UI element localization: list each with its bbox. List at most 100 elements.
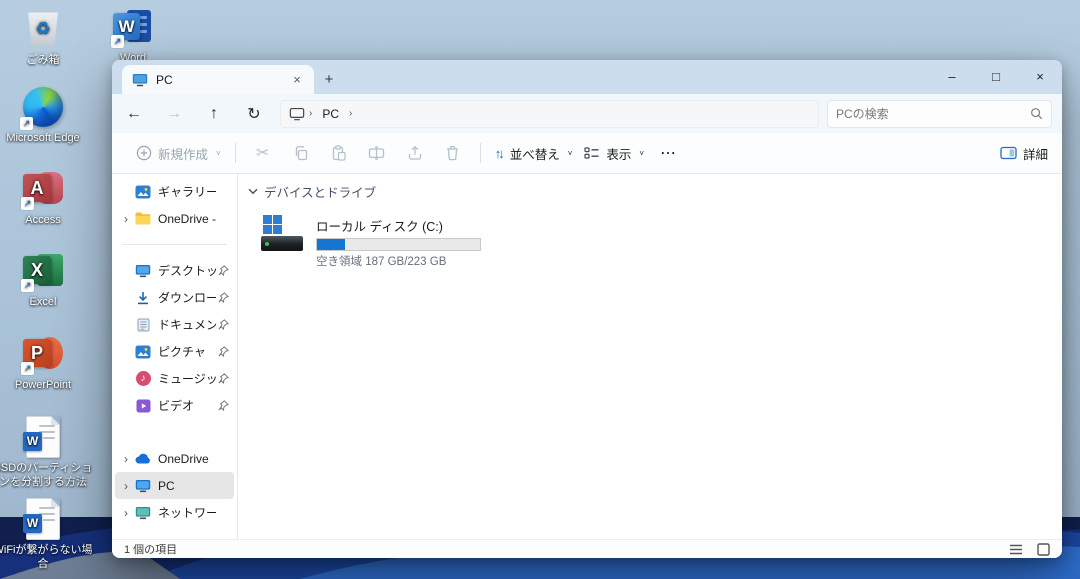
share-button[interactable] xyxy=(396,137,434,169)
more-button[interactable]: ⋯ xyxy=(650,137,686,169)
up-button[interactable]: ↑ xyxy=(194,98,234,130)
desktop-icon-label: WiFiが繋がらない場合 xyxy=(0,544,95,572)
new-button[interactable]: 新規作成 ˅ xyxy=(130,137,227,169)
back-button[interactable]: ← xyxy=(114,98,154,130)
desktop-icon-label: Microsoft Edge xyxy=(6,132,79,146)
desktop-icon-label: Excel xyxy=(30,296,57,310)
access-icon: A ↗ xyxy=(22,168,64,210)
view-button[interactable]: 表示 ˅ xyxy=(578,137,650,169)
chevron-down-icon: ˅ xyxy=(568,149,573,158)
desktop-icon-powerpoint[interactable]: P ↗ PowerPoint xyxy=(0,333,95,393)
sidebar-item-pictures[interactable]: ピクチャ xyxy=(115,338,234,365)
desktop-icon-label: PowerPoint xyxy=(15,379,71,393)
plus-circle-icon xyxy=(136,145,152,161)
new-label: 新規作成 xyxy=(158,144,208,163)
word-app-icon: W ↗ xyxy=(112,6,154,48)
cut-button[interactable]: ✂ xyxy=(244,137,282,169)
powerpoint-icon: P ↗ xyxy=(22,333,64,375)
large-icons-view-toggle[interactable] xyxy=(1037,543,1050,556)
status-bar: 1 個の項目 xyxy=(112,539,1062,558)
sidebar-item-music[interactable]: ♪ ミュージック xyxy=(115,365,234,392)
shortcut-arrow-icon: ↗ xyxy=(20,117,33,130)
word-document-icon: W xyxy=(22,498,64,540)
tab-bar: PC × + – □ × xyxy=(112,60,1062,94)
details-label: 詳細 xyxy=(1023,144,1048,163)
chevron-down-icon: ˅ xyxy=(216,149,221,158)
desktop-icon-word-shortcut[interactable]: W ↗ Word xyxy=(81,6,185,66)
music-icon: ♪ xyxy=(133,371,153,386)
sidebar-item-pc[interactable]: › PC xyxy=(115,472,234,499)
edge-icon: ↗ xyxy=(22,86,64,128)
search-box xyxy=(827,100,1052,128)
minimize-button[interactable]: – xyxy=(930,60,974,92)
sidebar-item-onedrive-personal[interactable]: › OneDrive - Pers xyxy=(115,205,234,232)
sidebar-item-network[interactable]: › ネットワーク xyxy=(115,499,234,526)
monitor-icon xyxy=(132,73,148,87)
desktop-icon-word-doc-ssd[interactable]: W SSDのパーティションを分割する方法 xyxy=(0,416,95,490)
rename-button[interactable] xyxy=(358,137,396,169)
new-tab-button[interactable]: + xyxy=(314,65,344,94)
document-icon xyxy=(133,318,153,332)
sidebar-item-desktop[interactable]: デスクトップ xyxy=(115,257,234,284)
share-icon xyxy=(407,145,423,161)
download-icon xyxy=(133,291,153,305)
group-header-devices[interactable]: デバイスとドライブ xyxy=(248,180,1062,203)
rename-icon xyxy=(368,145,385,161)
sidebar-item-downloads[interactable]: ダウンロード xyxy=(115,284,234,311)
details-view-toggle[interactable] xyxy=(1009,544,1023,555)
sidebar-item-documents[interactable]: ドキュメント xyxy=(115,311,234,338)
gallery-icon xyxy=(133,185,153,199)
pin-icon xyxy=(216,346,230,357)
paste-button[interactable] xyxy=(320,137,358,169)
breadcrumb-pc[interactable]: PC xyxy=(316,105,345,123)
chevron-right-icon[interactable]: › xyxy=(119,506,133,520)
sort-button[interactable]: ↑↓ 並べ替え ˅ xyxy=(489,137,579,169)
desktop-icon-access[interactable]: A ↗ Access xyxy=(0,168,95,228)
sidebar-item-onedrive[interactable]: › OneDrive xyxy=(115,445,234,472)
drive-name: ローカル ディスク (C:) xyxy=(316,216,481,235)
maximize-button[interactable]: □ xyxy=(974,60,1018,92)
chevron-right-icon[interactable]: › xyxy=(119,212,133,226)
desktop-icon-word-doc-wifi[interactable]: W WiFiが繋がらない場合 xyxy=(0,498,95,572)
shortcut-arrow-icon: ↗ xyxy=(21,197,34,210)
chevron-right-icon: › xyxy=(307,108,314,119)
drive-item-local-disk-c[interactable]: ローカル ディスク (C:) 空き領域 187 GB/223 GB xyxy=(258,212,498,272)
search-input[interactable] xyxy=(836,107,1030,121)
network-icon xyxy=(133,506,153,520)
command-toolbar: 新規作成 ˅ ✂ xyxy=(112,133,1062,174)
sidebar-item-videos[interactable]: ビデオ xyxy=(115,392,234,419)
folder-icon xyxy=(133,212,153,225)
pin-icon xyxy=(216,319,230,330)
desktop-icon-edge[interactable]: ↗ Microsoft Edge xyxy=(0,86,95,146)
pin-icon xyxy=(216,292,230,303)
group-header-label: デバイスとドライブ xyxy=(264,182,376,201)
refresh-button[interactable]: ↻ xyxy=(234,98,274,130)
paste-icon xyxy=(331,145,347,161)
video-icon xyxy=(133,399,153,413)
address-bar[interactable]: › PC › xyxy=(280,100,819,128)
chevron-right-icon[interactable]: › xyxy=(119,452,133,466)
delete-button[interactable] xyxy=(434,137,472,169)
copy-button[interactable] xyxy=(282,137,320,169)
sort-label: 並べ替え xyxy=(510,144,560,163)
pin-icon xyxy=(216,373,230,384)
desktop-icon-label: Access xyxy=(25,214,60,228)
pin-icon xyxy=(216,265,230,276)
tab-pc[interactable]: PC × xyxy=(122,65,314,94)
forward-button[interactable]: → xyxy=(154,98,194,130)
tab-close-button[interactable]: × xyxy=(288,71,306,89)
desktop-folder-icon xyxy=(133,264,153,278)
chevron-right-icon: › xyxy=(347,108,354,119)
desktop-icon-label: ごみ箱 xyxy=(27,54,60,68)
recycle-bin-icon: ♻ xyxy=(22,8,64,50)
desktop-icon-excel[interactable]: X ↗ Excel xyxy=(0,250,95,310)
word-document-icon: W xyxy=(22,416,64,458)
chevron-down-icon xyxy=(248,188,258,195)
chevron-right-icon[interactable]: › xyxy=(119,479,133,493)
pin-icon xyxy=(216,400,230,411)
close-button[interactable]: × xyxy=(1018,60,1062,92)
recycle-glyph: ♻ xyxy=(28,12,58,46)
sidebar-item-gallery[interactable]: ギャラリー xyxy=(115,178,234,205)
details-pane-button[interactable]: 詳細 xyxy=(1000,144,1048,163)
item-count: 1 個の項目 xyxy=(124,541,177,557)
